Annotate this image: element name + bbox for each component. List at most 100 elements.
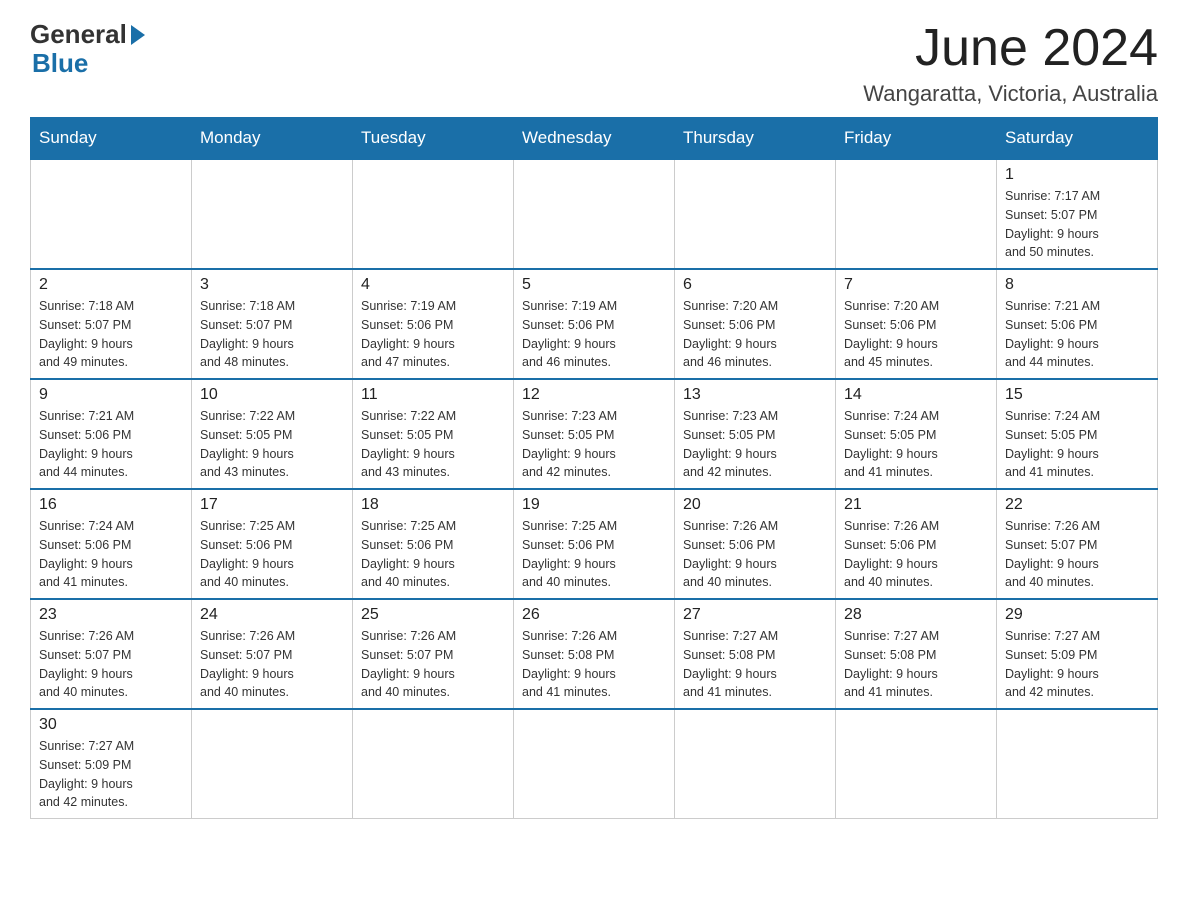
day-info: Sunrise: 7:27 AMSunset: 5:09 PMDaylight:… <box>1005 627 1149 702</box>
calendar-day-cell <box>514 159 675 269</box>
day-info: Sunrise: 7:23 AMSunset: 5:05 PMDaylight:… <box>683 407 827 482</box>
day-info: Sunrise: 7:26 AMSunset: 5:07 PMDaylight:… <box>39 627 183 702</box>
day-number: 1 <box>1005 166 1149 184</box>
header-row: SundayMondayTuesdayWednesdayThursdayFrid… <box>31 118 1158 160</box>
day-number: 13 <box>683 386 827 404</box>
calendar-day-cell: 20Sunrise: 7:26 AMSunset: 5:06 PMDayligh… <box>675 489 836 599</box>
calendar-day-cell <box>514 709 675 819</box>
day-info: Sunrise: 7:27 AMSunset: 5:09 PMDaylight:… <box>39 737 183 812</box>
calendar-day-cell: 16Sunrise: 7:24 AMSunset: 5:06 PMDayligh… <box>31 489 192 599</box>
day-info: Sunrise: 7:17 AMSunset: 5:07 PMDaylight:… <box>1005 187 1149 262</box>
calendar-day-cell: 5Sunrise: 7:19 AMSunset: 5:06 PMDaylight… <box>514 269 675 379</box>
logo-arrow-icon <box>131 25 145 45</box>
calendar-day-cell: 27Sunrise: 7:27 AMSunset: 5:08 PMDayligh… <box>675 599 836 709</box>
calendar-day-cell: 14 Sunrise: 7:24 AMSunset: 5:05 PMDayligh… <box>836 379 997 489</box>
logo-general-text: General <box>30 20 127 49</box>
calendar-day-cell: 19 Sunrise: 7:25 AMSunset: 5:06 PMDayligh… <box>514 489 675 599</box>
calendar-day-cell: 4 Sunrise: 7:19 AMSunset: 5:06 PMDaylight… <box>353 269 514 379</box>
day-of-week-header: Tuesday <box>353 118 514 160</box>
day-number: 12 <box>522 386 666 404</box>
day-number: 4 <box>361 276 505 294</box>
calendar-week-row: 23Sunrise: 7:26 AMSunset: 5:07 PMDayligh… <box>31 599 1158 709</box>
day-number: 25 <box>361 606 505 624</box>
day-number: 29 <box>1005 606 1149 624</box>
day-info: Sunrise: 7:26 AMSunset: 5:06 PMDaylight:… <box>844 517 988 592</box>
calendar-day-cell: 15 Sunrise: 7:24 AMSunset: 5:05 PMDayligh… <box>997 379 1158 489</box>
calendar-day-cell: 13 Sunrise: 7:23 AMSunset: 5:05 PMDayligh… <box>675 379 836 489</box>
day-info: Sunrise: 7:18 AMSunset: 5:07 PMDaylight:… <box>39 297 183 372</box>
day-number: 15 <box>1005 386 1149 404</box>
day-info: Sunrise: 7:23 AMSunset: 5:05 PMDaylight:… <box>522 407 666 482</box>
day-number: 3 <box>200 276 344 294</box>
calendar-day-cell: 6 Sunrise: 7:20 AMSunset: 5:06 PMDaylight… <box>675 269 836 379</box>
day-info: Sunrise: 7:20 AMSunset: 5:06 PMDaylight:… <box>683 297 827 372</box>
day-of-week-header: Wednesday <box>514 118 675 160</box>
day-number: 28 <box>844 606 988 624</box>
page-subtitle: Wangaratta, Victoria, Australia <box>863 81 1158 107</box>
day-info: Sunrise: 7:26 AMSunset: 5:06 PMDaylight:… <box>683 517 827 592</box>
day-number: 7 <box>844 276 988 294</box>
calendar-day-cell: 28Sunrise: 7:27 AMSunset: 5:08 PMDayligh… <box>836 599 997 709</box>
calendar-day-cell <box>192 159 353 269</box>
day-info: Sunrise: 7:24 AMSunset: 5:06 PMDaylight:… <box>39 517 183 592</box>
day-info: Sunrise: 7:19 AMSunset: 5:06 PMDaylight:… <box>361 297 505 372</box>
day-number: 18 <box>361 496 505 514</box>
day-info: Sunrise: 7:27 AMSunset: 5:08 PMDaylight:… <box>683 627 827 702</box>
title-block: June 2024 Wangaratta, Victoria, Australi… <box>863 20 1158 107</box>
calendar-day-cell: 12 Sunrise: 7:23 AMSunset: 5:05 PMDayligh… <box>514 379 675 489</box>
day-number: 14 <box>844 386 988 404</box>
day-number: 17 <box>200 496 344 514</box>
day-info: Sunrise: 7:26 AMSunset: 5:07 PMDaylight:… <box>361 627 505 702</box>
day-number: 22 <box>1005 496 1149 514</box>
calendar-day-cell: 3Sunrise: 7:18 AMSunset: 5:07 PMDaylight… <box>192 269 353 379</box>
day-info: Sunrise: 7:25 AMSunset: 5:06 PMDaylight:… <box>522 517 666 592</box>
day-number: 30 <box>39 716 183 734</box>
calendar-day-cell: 2Sunrise: 7:18 AMSunset: 5:07 PMDaylight… <box>31 269 192 379</box>
calendar-day-cell <box>353 709 514 819</box>
calendar-day-cell: 26 Sunrise: 7:26 AMSunset: 5:08 PMDayligh… <box>514 599 675 709</box>
day-info: Sunrise: 7:24 AMSunset: 5:05 PMDaylight:… <box>844 407 988 482</box>
calendar-day-cell <box>997 709 1158 819</box>
day-number: 24 <box>200 606 344 624</box>
day-info: Sunrise: 7:22 AMSunset: 5:05 PMDaylight:… <box>200 407 344 482</box>
calendar-body: 1 Sunrise: 7:17 AMSunset: 5:07 PMDaylight… <box>31 159 1158 819</box>
logo-blue-text: Blue <box>32 49 88 78</box>
calendar-week-row: 30 Sunrise: 7:27 AMSunset: 5:09 PMDayligh… <box>31 709 1158 819</box>
calendar-day-cell: 21 Sunrise: 7:26 AMSunset: 5:06 PMDayligh… <box>836 489 997 599</box>
day-number: 21 <box>844 496 988 514</box>
calendar-day-cell <box>675 159 836 269</box>
day-info: Sunrise: 7:21 AMSunset: 5:06 PMDaylight:… <box>1005 297 1149 372</box>
calendar-day-cell: 1 Sunrise: 7:17 AMSunset: 5:07 PMDaylight… <box>997 159 1158 269</box>
day-number: 5 <box>522 276 666 294</box>
page-header: General Blue June 2024 Wangaratta, Victo… <box>30 20 1158 107</box>
day-number: 8 <box>1005 276 1149 294</box>
calendar-table: SundayMondayTuesdayWednesdayThursdayFrid… <box>30 117 1158 819</box>
day-info: Sunrise: 7:26 AMSunset: 5:08 PMDaylight:… <box>522 627 666 702</box>
day-number: 11 <box>361 386 505 404</box>
calendar-day-cell: 8 Sunrise: 7:21 AMSunset: 5:06 PMDaylight… <box>997 269 1158 379</box>
calendar-day-cell: 22 Sunrise: 7:26 AMSunset: 5:07 PMDayligh… <box>997 489 1158 599</box>
calendar-day-cell: 7Sunrise: 7:20 AMSunset: 5:06 PMDaylight… <box>836 269 997 379</box>
day-of-week-header: Thursday <box>675 118 836 160</box>
day-info: Sunrise: 7:26 AMSunset: 5:07 PMDaylight:… <box>1005 517 1149 592</box>
calendar-day-cell <box>353 159 514 269</box>
calendar-day-cell: 11 Sunrise: 7:22 AMSunset: 5:05 PMDayligh… <box>353 379 514 489</box>
day-of-week-header: Sunday <box>31 118 192 160</box>
calendar-week-row: 2Sunrise: 7:18 AMSunset: 5:07 PMDaylight… <box>31 269 1158 379</box>
day-of-week-header: Friday <box>836 118 997 160</box>
calendar-day-cell: 23Sunrise: 7:26 AMSunset: 5:07 PMDayligh… <box>31 599 192 709</box>
calendar-week-row: 16Sunrise: 7:24 AMSunset: 5:06 PMDayligh… <box>31 489 1158 599</box>
calendar-day-cell: 29 Sunrise: 7:27 AMSunset: 5:09 PMDayligh… <box>997 599 1158 709</box>
calendar-day-cell: 24 Sunrise: 7:26 AMSunset: 5:07 PMDayligh… <box>192 599 353 709</box>
day-info: Sunrise: 7:22 AMSunset: 5:05 PMDaylight:… <box>361 407 505 482</box>
day-info: Sunrise: 7:25 AMSunset: 5:06 PMDaylight:… <box>361 517 505 592</box>
calendar-day-cell: 18 Sunrise: 7:25 AMSunset: 5:06 PMDayligh… <box>353 489 514 599</box>
calendar-header: SundayMondayTuesdayWednesdayThursdayFrid… <box>31 118 1158 160</box>
calendar-day-cell: 17Sunrise: 7:25 AMSunset: 5:06 PMDayligh… <box>192 489 353 599</box>
day-info: Sunrise: 7:24 AMSunset: 5:05 PMDaylight:… <box>1005 407 1149 482</box>
page-title: June 2024 <box>863 20 1158 77</box>
day-number: 26 <box>522 606 666 624</box>
day-info: Sunrise: 7:26 AMSunset: 5:07 PMDaylight:… <box>200 627 344 702</box>
day-number: 19 <box>522 496 666 514</box>
day-number: 6 <box>683 276 827 294</box>
